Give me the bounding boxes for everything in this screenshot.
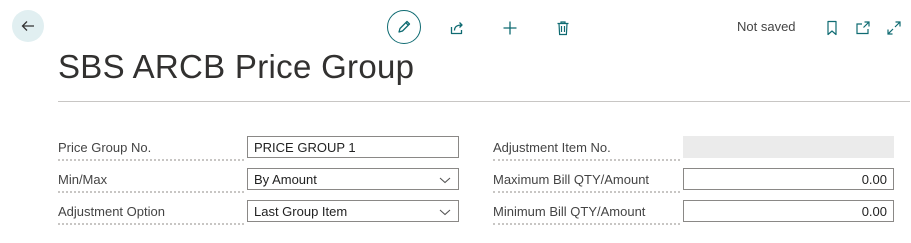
field-label: Min/Max xyxy=(58,172,112,187)
trash-icon xyxy=(557,21,569,36)
share-button[interactable] xyxy=(440,11,474,45)
field-value: Last Group Item xyxy=(254,203,348,219)
field-label: Minimum Bill QTY/Amount xyxy=(493,204,650,219)
edit-button[interactable] xyxy=(387,10,421,44)
field-value: 0.00 xyxy=(861,203,887,219)
chevron-down-icon xyxy=(439,209,451,216)
new-button[interactable] xyxy=(493,11,527,45)
field-label: Maximum Bill QTY/Amount xyxy=(493,172,654,187)
field-value: By Amount xyxy=(254,171,317,187)
bookmark-button[interactable] xyxy=(815,11,849,45)
field-label: Price Group No. xyxy=(58,140,156,155)
open-new-window-icon xyxy=(856,21,870,35)
adjustment-option-select[interactable]: Last Group Item xyxy=(247,200,459,222)
save-status: Not saved xyxy=(737,19,796,34)
back-button[interactable] xyxy=(12,10,44,42)
maximum-bill-input[interactable]: 0.00 xyxy=(683,168,894,190)
chevron-down-icon xyxy=(439,177,451,184)
page-title: SBS ARCB Price Group xyxy=(58,48,415,85)
open-new-window-button[interactable] xyxy=(846,11,880,45)
min-max-select[interactable]: By Amount xyxy=(247,168,459,190)
back-arrow-icon xyxy=(21,21,34,31)
price-group-no-input[interactable]: PRICE GROUP 1 xyxy=(247,136,459,158)
pencil-icon xyxy=(398,20,411,33)
title-divider xyxy=(58,101,910,102)
adjustment-item-no-input xyxy=(683,136,894,158)
minimum-bill-input[interactable]: 0.00 xyxy=(683,200,894,222)
expand-button[interactable] xyxy=(877,11,911,45)
expand-icon xyxy=(887,21,901,35)
delete-button[interactable] xyxy=(546,11,580,45)
field-value: PRICE GROUP 1 xyxy=(254,139,356,155)
bookmark-icon xyxy=(827,20,837,36)
field-label: Adjustment Option xyxy=(58,204,169,219)
field-value: 0.00 xyxy=(861,171,887,187)
plus-icon xyxy=(503,21,517,35)
share-icon xyxy=(450,22,463,35)
field-label: Adjustment Item No. xyxy=(493,140,615,155)
